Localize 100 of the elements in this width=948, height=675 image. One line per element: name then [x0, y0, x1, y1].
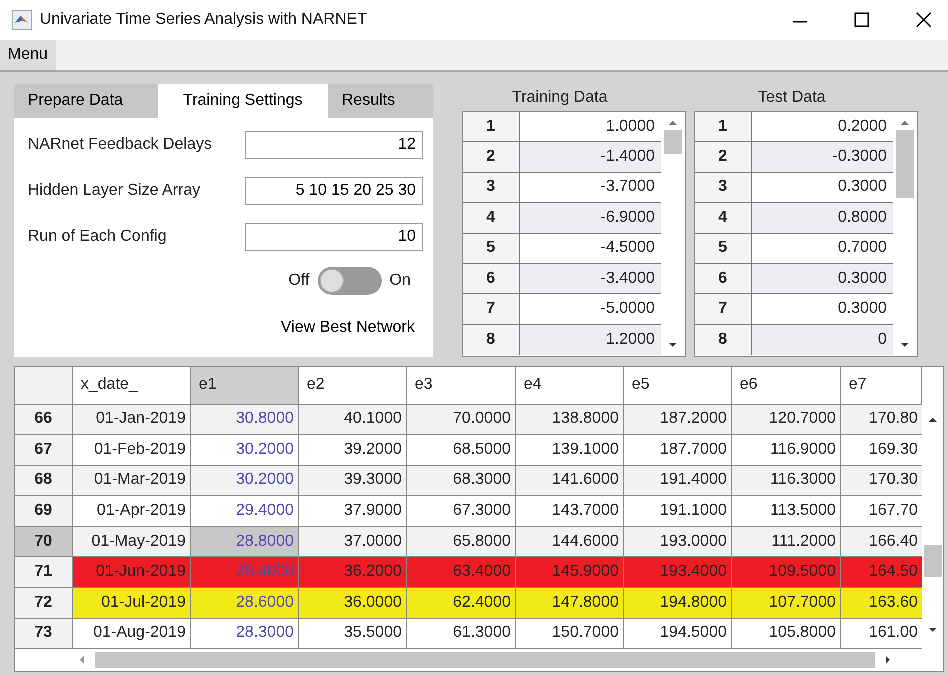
table-cell: 194.8000 — [624, 588, 732, 618]
column-header[interactable]: e2 — [299, 367, 407, 404]
column-header[interactable]: e6 — [732, 367, 841, 404]
table-cell: 30.2000 — [191, 466, 299, 496]
table-cell-text: 167.70 — [868, 501, 919, 522]
scroll-thumb[interactable] — [95, 652, 875, 668]
row-header[interactable]: 73 — [15, 618, 73, 648]
row-header[interactable]: 71 — [15, 557, 73, 588]
menu-item[interactable]: Menu — [0, 40, 56, 70]
table-cell: 65.8000 — [407, 526, 516, 556]
row-header: 1 — [463, 112, 520, 142]
scroll-down-icon[interactable] — [668, 342, 678, 348]
field-label: Hidden Layer Size Array — [28, 182, 201, 200]
table-cell: 0.8000 — [752, 203, 893, 233]
table-cell: 62.4000 — [407, 588, 516, 618]
table-cell: 36.0000 — [299, 588, 407, 618]
table-cell: 116.9000 — [732, 435, 841, 465]
row-header[interactable]: 67 — [15, 435, 73, 465]
table-cell: -3.4000 — [520, 264, 661, 294]
table-cell: 143.7000 — [516, 496, 624, 526]
table-cell: 111.2000 — [732, 526, 841, 556]
table-cell: 63.4000 — [407, 557, 516, 588]
row-header[interactable]: 72 — [15, 588, 73, 618]
table-cell: 113.5000 — [732, 496, 841, 526]
table-cell: 191.1000 — [624, 496, 732, 526]
table-cell: 36.2000 — [299, 557, 407, 588]
input-field[interactable]: 10 — [245, 223, 423, 251]
column-header[interactable]: e4 — [516, 367, 624, 404]
table-cell: 35.5000 — [299, 618, 407, 648]
close-icon[interactable] — [914, 10, 934, 30]
table-cell: 68.5000 — [407, 435, 516, 465]
scroll-right-icon[interactable] — [885, 655, 891, 666]
row-header: 5 — [695, 234, 752, 263]
table-cell: 01-Mar-2019 — [73, 466, 191, 496]
table-cell: 01-Jul-2019 — [73, 588, 191, 618]
table-cell: 70.0000 — [407, 404, 516, 434]
table-cell: 187.7000 — [624, 435, 732, 465]
row-header: 4 — [463, 203, 520, 233]
table-cell: 28.3000 — [191, 618, 299, 648]
table-cell: 120.7000 — [732, 404, 841, 434]
table-cell: 61.3000 — [407, 618, 516, 648]
table-cell: 37.0000 — [299, 526, 407, 556]
table-cell: 145.9000 — [516, 557, 624, 588]
row-header[interactable]: 70 — [15, 526, 73, 556]
table-title: Training Data — [511, 88, 609, 108]
table-cell: 193.0000 — [624, 526, 732, 556]
scroll-thumb[interactable] — [896, 130, 914, 198]
row-header[interactable]: 69 — [15, 496, 73, 526]
table-cell: 150.7000 — [516, 618, 624, 648]
row-header: 8 — [463, 324, 520, 356]
table-cell-text: 166.40 — [868, 532, 919, 552]
column-header[interactable]: e7 — [841, 367, 922, 404]
table-cell: 107.7000 — [732, 588, 841, 618]
table-cell: 187.2000 — [624, 404, 732, 434]
field-label: Run of Each Config — [28, 228, 167, 246]
table-cell-text: 169.30 — [868, 440, 919, 460]
column-header[interactable]: e1 — [191, 367, 299, 404]
table-cell: 40.1000 — [299, 404, 407, 434]
row-header: 8 — [695, 324, 752, 356]
table-cell: 144.6000 — [516, 526, 624, 556]
table-cell: 30.2000 — [191, 435, 299, 465]
scroll-up-icon[interactable] — [928, 417, 938, 423]
table-cell: -1.4000 — [520, 142, 661, 172]
table-cell-text: 161.00 — [868, 623, 919, 644]
scroll-down-icon[interactable] — [928, 627, 938, 633]
table-cell: 193.4000 — [624, 557, 732, 588]
scroll-left-icon[interactable] — [79, 655, 85, 666]
table-cell-text: 164.50 — [868, 562, 919, 582]
scroll-down-icon[interactable] — [900, 342, 910, 348]
table-cell: 28.6000 — [191, 588, 299, 618]
window-title: Univariate Time Series Analysis with NARNET — [40, 11, 368, 29]
table-cell: 28.8000 — [191, 526, 299, 556]
table-cell: 194.5000 — [624, 618, 732, 648]
table-cell: 68.3000 — [407, 466, 516, 496]
row-header: 6 — [695, 264, 752, 294]
input-field[interactable]: 5 10 15 20 25 30 — [245, 177, 423, 205]
table-cell: 01-Jan-2019 — [73, 404, 191, 434]
row-header: 1 — [695, 112, 752, 142]
switch-label: Off — [288, 272, 310, 290]
table-cell: 29.4000 — [191, 496, 299, 526]
input-field[interactable]: 12 — [245, 131, 423, 159]
table-cell-text: 163.60 — [868, 592, 919, 613]
row-header: 7 — [463, 294, 520, 324]
scroll-thumb[interactable] — [664, 130, 682, 154]
maximize-icon[interactable] — [852, 10, 872, 30]
column-header[interactable]: e3 — [407, 367, 516, 404]
table-cell: -6.9000 — [520, 203, 661, 233]
table-cell: 141.6000 — [516, 466, 624, 496]
toggle-switch[interactable] — [318, 267, 382, 295]
column-header[interactable]: e5 — [624, 367, 732, 404]
table-cell: -0.3000 — [752, 142, 893, 172]
row-header: 4 — [695, 203, 752, 233]
scroll-thumb[interactable] — [924, 545, 942, 577]
table-cell: 116.3000 — [732, 466, 841, 496]
field-label: NARnet Feedback Delays — [28, 136, 212, 154]
table-cell: 105.8000 — [732, 618, 841, 648]
table-cell: 109.5000 — [732, 557, 841, 588]
tab[interactable]: Training Settings — [158, 84, 328, 118]
table-cell: 67.3000 — [407, 496, 516, 526]
table-cell: 39.3000 — [299, 466, 407, 496]
